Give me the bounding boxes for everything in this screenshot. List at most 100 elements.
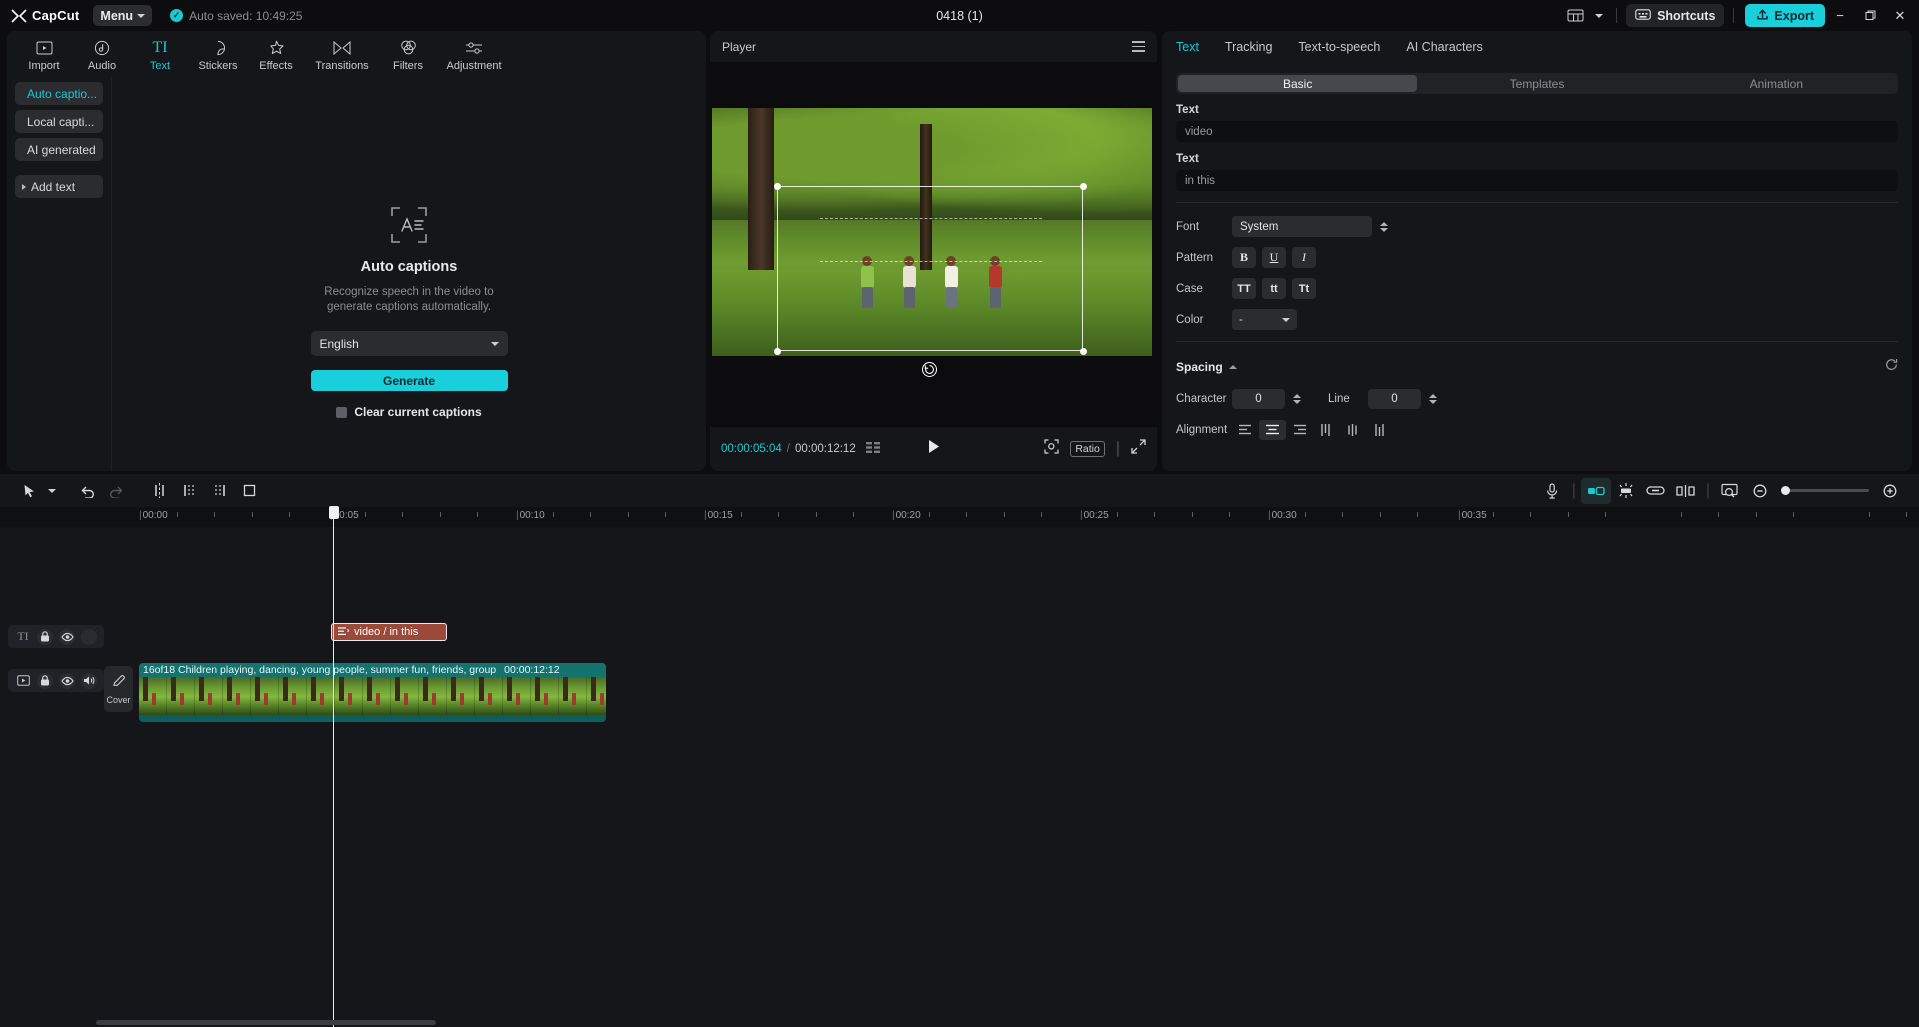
- microphone-icon[interactable]: [1537, 478, 1567, 504]
- checkbox-icon[interactable]: [336, 406, 348, 418]
- current-time[interactable]: 00:00:05:04: [721, 443, 782, 455]
- reset-icon[interactable]: [1885, 358, 1898, 376]
- tool-tab-filters[interactable]: Filters: [379, 35, 437, 72]
- align-right-icon[interactable]: [1286, 420, 1313, 440]
- frames-icon[interactable]: [865, 440, 881, 458]
- character-spacing-spinner-icon[interactable]: [1289, 388, 1304, 409]
- play-icon[interactable]: [927, 439, 940, 459]
- font-select[interactable]: System: [1232, 216, 1372, 237]
- tool-tab-effects[interactable]: Effects: [247, 35, 305, 72]
- resize-handle-top-left[interactable]: [774, 183, 781, 190]
- minimize-icon[interactable]: −: [1825, 0, 1855, 31]
- chevron-up-icon[interactable]: [1228, 365, 1237, 369]
- split-icon[interactable]: [144, 478, 174, 504]
- crop-icon[interactable]: [234, 478, 264, 504]
- bold-button[interactable]: B: [1232, 247, 1256, 268]
- resize-handle-bottom-left[interactable]: [774, 348, 781, 355]
- fit-to-screen-icon[interactable]: [1044, 439, 1059, 459]
- clear-captions-checkbox-row[interactable]: Clear current captions: [336, 405, 482, 419]
- underline-button[interactable]: U: [1262, 247, 1286, 268]
- color-select[interactable]: -: [1232, 309, 1297, 330]
- export-button[interactable]: Export: [1745, 4, 1825, 27]
- zoom-fit-icon[interactable]: [1715, 478, 1745, 504]
- eye-icon[interactable]: [59, 672, 75, 689]
- line-spacing-input[interactable]: 0: [1368, 388, 1421, 409]
- resize-handle-bottom-right[interactable]: [1080, 348, 1087, 355]
- align-vertical-top-icon[interactable]: [1313, 420, 1340, 440]
- cover-button[interactable]: Cover: [104, 666, 133, 712]
- lock-icon[interactable]: [37, 672, 53, 689]
- generate-button[interactable]: Generate: [310, 370, 508, 391]
- sidebar-item-ai-generated[interactable]: AI generated: [15, 138, 103, 161]
- keyframe-icon[interactable]: [1611, 478, 1641, 504]
- tab-text-to-speech[interactable]: Text-to-speech: [1298, 40, 1380, 54]
- zoom-in-icon[interactable]: [1875, 478, 1905, 504]
- tool-tab-adjustment[interactable]: Adjustment: [437, 35, 511, 72]
- trim-right-icon[interactable]: [204, 478, 234, 504]
- uppercase-button[interactable]: TT: [1232, 278, 1256, 299]
- select-arrow-icon[interactable]: [14, 478, 44, 504]
- character-spacing-input[interactable]: 0: [1232, 388, 1285, 409]
- menu-button[interactable]: Menu: [93, 5, 153, 26]
- mute-placeholder-icon[interactable]: [81, 628, 97, 645]
- eye-icon[interactable]: [59, 628, 75, 645]
- ratio-button[interactable]: Ratio: [1070, 441, 1105, 457]
- tab-ai-characters[interactable]: AI Characters: [1406, 40, 1482, 54]
- tab-text[interactable]: Text: [1176, 40, 1199, 54]
- shortcuts-button[interactable]: Shortcuts: [1626, 4, 1725, 27]
- tool-tab-audio[interactable]: Audio: [73, 35, 131, 72]
- select-chevron-down-icon[interactable]: [44, 478, 60, 504]
- sidebar-item-local-captions[interactable]: Local capti...: [15, 110, 103, 133]
- trim-left-icon[interactable]: [174, 478, 204, 504]
- video-clip[interactable]: 16of18 Children playing, dancing, young …: [139, 663, 606, 722]
- font-spinner-icon[interactable]: [1376, 216, 1391, 237]
- language-select[interactable]: English: [310, 331, 508, 356]
- tab-tracking[interactable]: Tracking: [1225, 40, 1272, 54]
- layout-icon[interactable]: [1559, 2, 1591, 30]
- playhead[interactable]: [328, 506, 339, 1027]
- segment-templates[interactable]: Templates: [1417, 75, 1656, 92]
- align-left-icon[interactable]: [1232, 420, 1259, 440]
- capitalize-button[interactable]: Tt: [1292, 278, 1316, 299]
- layout-chevron-down-icon[interactable]: [1591, 2, 1607, 30]
- playhead-knob[interactable]: [328, 506, 339, 519]
- text-selection-box[interactable]: [777, 186, 1083, 351]
- thumbnail-frame: [307, 677, 335, 715]
- redo-icon[interactable]: [102, 478, 132, 504]
- text-clip[interactable]: video / in this: [331, 623, 447, 641]
- sidebar-item-add-text[interactable]: Add text: [15, 175, 103, 198]
- align-center-icon[interactable]: [1259, 419, 1286, 440]
- hamburger-icon[interactable]: [1132, 41, 1145, 52]
- tool-tab-text[interactable]: TI Text: [131, 35, 189, 73]
- maximize-icon[interactable]: [1855, 0, 1885, 31]
- zoom-out-icon[interactable]: [1745, 478, 1775, 504]
- sidebar-item-auto-captions[interactable]: Auto captio...: [15, 82, 103, 105]
- italic-button[interactable]: I: [1292, 247, 1316, 268]
- tool-tab-transitions[interactable]: Transitions: [305, 35, 379, 72]
- timeline-ruler[interactable]: |00:00 |00:05 |00:10 |00:15 |00:20 |00:2…: [0, 507, 1919, 527]
- lowercase-button[interactable]: tt: [1262, 278, 1286, 299]
- tool-tab-import[interactable]: Import: [15, 35, 73, 72]
- text-input-1[interactable]: video: [1176, 121, 1898, 142]
- horizontal-scrollbar[interactable]: [96, 1020, 1907, 1025]
- zoom-slider-knob[interactable]: [1781, 485, 1790, 495]
- segment-animation[interactable]: Animation: [1657, 75, 1896, 92]
- text-input-2[interactable]: in this: [1176, 170, 1898, 191]
- tool-tab-stickers[interactable]: Stickers: [189, 35, 247, 72]
- undo-icon[interactable]: [72, 478, 102, 504]
- lock-icon[interactable]: [37, 628, 53, 645]
- line-spacing-spinner-icon[interactable]: [1425, 388, 1440, 409]
- align-vertical-bottom-icon[interactable]: [1367, 420, 1394, 440]
- fullscreen-icon[interactable]: [1131, 439, 1146, 459]
- align-vertical-center-icon[interactable]: [1340, 420, 1367, 440]
- split-clip-icon[interactable]: [1671, 478, 1701, 504]
- segment-basic[interactable]: Basic: [1178, 75, 1418, 92]
- volume-icon[interactable]: [81, 672, 97, 689]
- link-icon[interactable]: [1641, 478, 1671, 504]
- close-icon[interactable]: ✕: [1885, 0, 1915, 31]
- spacing-row: Character 0 Line 0: [1176, 388, 1898, 409]
- zoom-slider[interactable]: [1781, 485, 1869, 495]
- rotate-handle-icon[interactable]: [922, 362, 937, 377]
- magnet-snap-icon[interactable]: [1580, 477, 1611, 504]
- resize-handle-top-right[interactable]: [1080, 183, 1087, 190]
